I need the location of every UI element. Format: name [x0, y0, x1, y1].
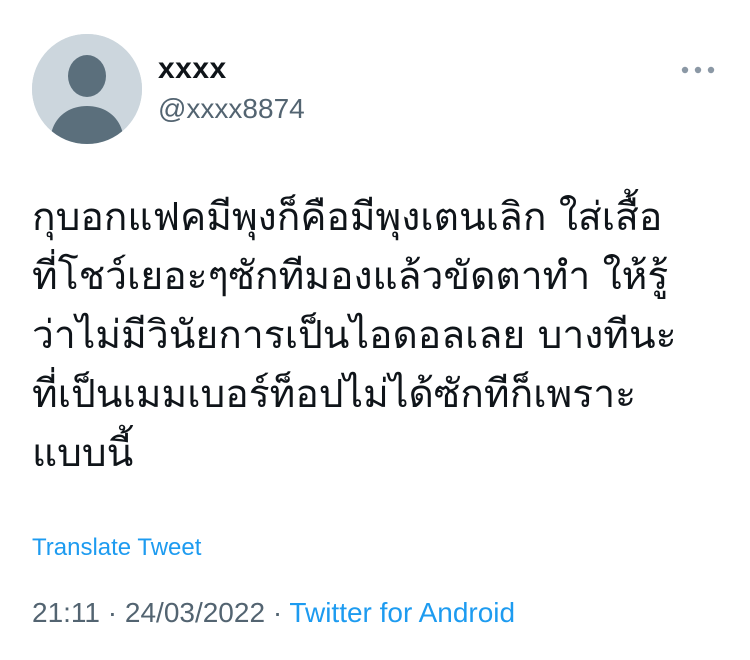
- translate-tweet-link[interactable]: Translate Tweet: [32, 532, 201, 564]
- avatar[interactable]: [32, 34, 142, 144]
- author-handle[interactable]: @xxxx8874: [158, 92, 305, 126]
- tweet-card: xxxx @xxxx8874 กุบอกแฟคมีพุงก็คือมีพุงเต…: [0, 0, 750, 660]
- meta-separator: ·: [272, 597, 283, 628]
- more-options-button[interactable]: [678, 58, 718, 82]
- more-horizontal-icon: [681, 66, 715, 74]
- tweet-metadata: 21:11 · 24/03/2022 · Twitter for Android: [32, 594, 515, 632]
- tweet-source-link[interactable]: Twitter for Android: [289, 597, 515, 628]
- tweet-time[interactable]: 21:11: [32, 597, 100, 628]
- meta-separator: ·: [107, 597, 118, 628]
- default-avatar-icon: [32, 34, 142, 144]
- tweet-text: กุบอกแฟคมีพุงก็คือมีพุงเตนเลิก ใส่เสื้อ …: [32, 195, 677, 476]
- author-display-name[interactable]: xxxx: [158, 52, 227, 86]
- tweet-date[interactable]: 24/03/2022: [125, 597, 265, 628]
